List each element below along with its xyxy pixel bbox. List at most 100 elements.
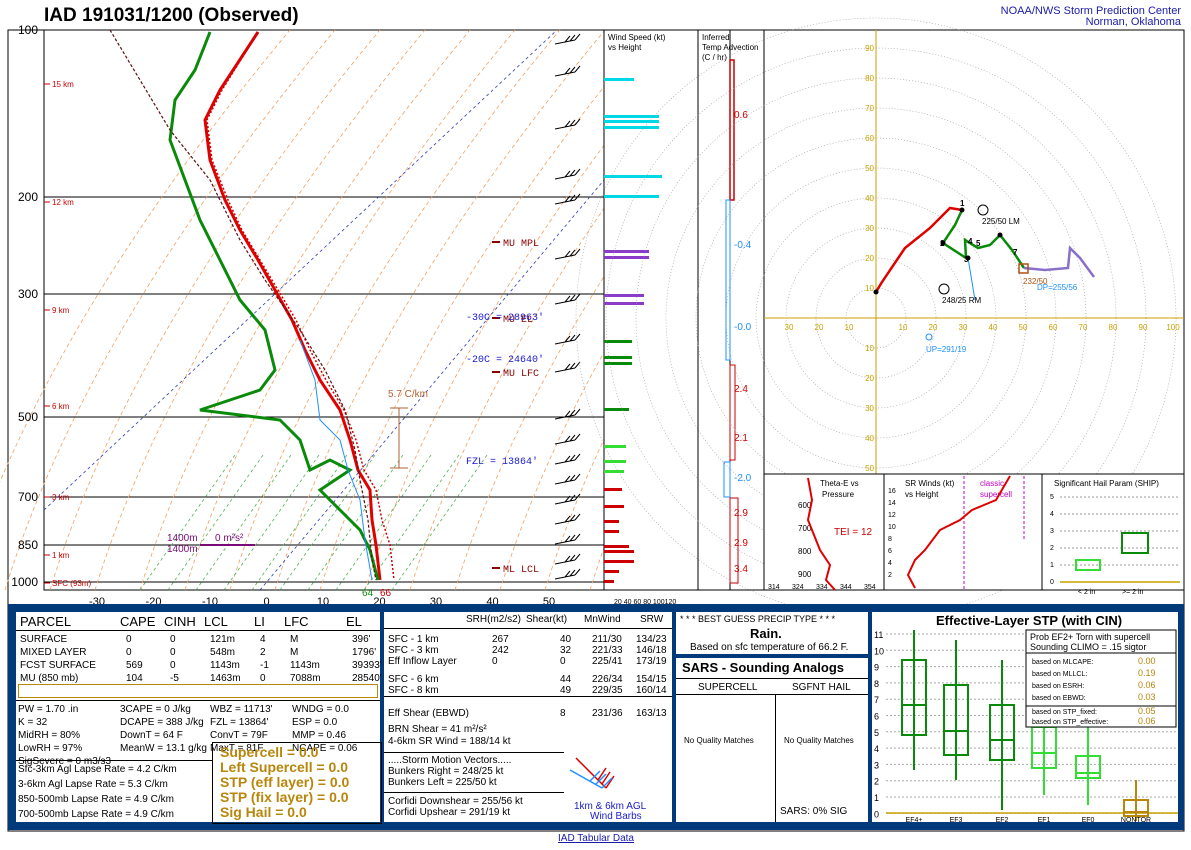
parcel-cell: 104 bbox=[126, 673, 143, 684]
height-label: SFC (93m) bbox=[52, 579, 91, 588]
sars-footer: SARS: 0% SIG bbox=[780, 806, 848, 817]
sfc-dewpoint-label: 64 bbox=[362, 588, 374, 599]
sars-hail-header: SGFNT HAIL bbox=[792, 682, 851, 693]
srw-y-label: 16 bbox=[888, 488, 896, 495]
hodo-height-label: 4 bbox=[968, 237, 973, 246]
stp-x-label: EF4+ bbox=[906, 817, 923, 822]
pressure-label: 850 bbox=[18, 538, 38, 552]
parcel-cell: 1463m bbox=[210, 673, 241, 684]
hodo-x-label: 80 bbox=[1109, 323, 1118, 332]
mu-parcel-highlight bbox=[18, 684, 378, 698]
height-label: 6 km bbox=[52, 402, 70, 411]
sr-wind-46: 4-6km SR Wind = 188/14 kt bbox=[388, 736, 511, 747]
sars-panel: SARS - Sounding Analogs SUPERCELL SGFNT … bbox=[676, 658, 868, 822]
hodo-height-label: 1 bbox=[960, 199, 965, 208]
theta-title2: Pressure bbox=[822, 490, 855, 499]
parcel-cell: 0 bbox=[126, 647, 132, 658]
parcel-cell: 1796' bbox=[352, 647, 377, 658]
wind-speed-bar bbox=[604, 530, 619, 533]
kin-cell: 225/41 bbox=[592, 656, 623, 667]
stp-y-label: 7 bbox=[874, 695, 879, 705]
stp-y-label: 11 bbox=[874, 630, 883, 640]
parcel-cell: -1 bbox=[260, 660, 269, 671]
kin-label: SFC - 8 km bbox=[388, 685, 439, 696]
parcel-cell: M bbox=[290, 634, 299, 645]
kin-header: MnWind bbox=[584, 614, 621, 625]
hodo-height-label: 3 bbox=[964, 255, 969, 264]
ship-title: Significant Hail Param (SHIP) bbox=[1054, 479, 1159, 488]
wind-speed-bar bbox=[604, 302, 644, 305]
kin-cell: 44 bbox=[560, 674, 572, 685]
stp-x-label: EF0 bbox=[1082, 817, 1095, 822]
kin-cell: 146/18 bbox=[636, 645, 667, 656]
parcel-cell: 0 bbox=[170, 634, 176, 645]
hodo-y-label: 10 bbox=[865, 284, 874, 293]
parcel-cell: 569 bbox=[126, 660, 143, 671]
wind-speed-bar bbox=[604, 560, 634, 563]
parcel-header: LCL bbox=[204, 614, 228, 629]
hodo-x-label: 30 bbox=[785, 323, 794, 332]
stp-y-label: 8 bbox=[874, 679, 879, 689]
wind-speed-bar bbox=[604, 520, 619, 523]
composite-param: Sig Hail = 0.0 bbox=[220, 804, 307, 820]
srw-y-label: 10 bbox=[888, 524, 896, 531]
parcel-cell: MU (850 mb) bbox=[20, 673, 79, 684]
srw-classic: classic bbox=[980, 479, 1004, 488]
rm-label: 248/25 RM bbox=[942, 296, 981, 305]
hodo-height-marker bbox=[997, 232, 1003, 238]
theta-x-label: 334 bbox=[816, 584, 828, 591]
parcel-param: 3CAPE = 0 J/kg bbox=[120, 704, 191, 715]
adv-title3: (C / hr) bbox=[702, 53, 727, 62]
stp-y-label: 6 bbox=[874, 712, 879, 722]
kin-cell: 40 bbox=[560, 634, 572, 645]
ws-title2: vs Height bbox=[608, 43, 642, 52]
kin-cell: 173/19 bbox=[636, 656, 667, 667]
wind-speed-bar bbox=[604, 250, 649, 253]
composite-param: Supercell = 0.0 bbox=[220, 744, 319, 760]
stp-panel: Effective-Layer STP (with CIN) 11 10 9 8 7 6 5… bbox=[872, 612, 1178, 822]
lapse-rate-label: 5.7 C/km bbox=[388, 389, 428, 400]
hodo-height-label: 2 bbox=[940, 239, 945, 248]
parcel-cell: 396' bbox=[352, 634, 371, 645]
theta-p-label: 800 bbox=[798, 547, 812, 556]
parcel-cell: 28540' bbox=[352, 673, 382, 684]
wind-speed-bar bbox=[604, 445, 626, 448]
storm-vectors-title: .....Storm Motion Vectors..... bbox=[388, 755, 512, 766]
parcel-cell: -5 bbox=[170, 673, 179, 684]
parcel-header: CINH bbox=[164, 614, 196, 629]
ship-x-label: < 2 in bbox=[1078, 589, 1095, 596]
wind-speed-bar bbox=[604, 550, 634, 553]
wind-speed-bar bbox=[604, 570, 619, 573]
stp-y-label: 5 bbox=[874, 728, 879, 738]
kin-header: SRW bbox=[640, 614, 664, 625]
parcel-param: MeanW = 13.1 g/kg bbox=[120, 743, 207, 754]
parcel-rule bbox=[16, 700, 380, 701]
parcel-param: MidRH = 80% bbox=[18, 730, 80, 741]
kin-cell: 267 bbox=[492, 634, 509, 645]
wind-speed-bar bbox=[604, 126, 659, 129]
adv-value: 2.1 bbox=[734, 433, 748, 444]
parcel-header: CAPE bbox=[120, 614, 156, 629]
parcel-cell: MIXED LAYER bbox=[20, 647, 87, 658]
parcel-header-rule bbox=[16, 630, 380, 631]
parcel-header: LI bbox=[254, 614, 265, 629]
wind-speed-bar bbox=[604, 256, 649, 259]
lapse-rate: 3-6km Agl Lapse Rate = 5.3 C/km bbox=[18, 779, 168, 790]
hodo-y-label: 70 bbox=[865, 104, 874, 113]
hodo-height-marker bbox=[873, 289, 879, 295]
hodo-height-label: 7 bbox=[1013, 248, 1018, 257]
composite-param: STP (fix layer) = 0.0 bbox=[220, 789, 349, 805]
height-1400-a: 1400m bbox=[167, 533, 198, 544]
parcel-param: PW = 1.70 .in bbox=[18, 704, 79, 715]
theta-title1: Theta-E vs bbox=[820, 479, 859, 488]
lm-label: 225/50 LM bbox=[982, 217, 1020, 226]
tabular-data-link[interactable]: IAD Tabular Data bbox=[558, 833, 634, 844]
ml-lcl-label: ML LCL bbox=[503, 565, 539, 576]
srh-zero-label: 0 m²s² bbox=[215, 533, 244, 544]
hodo-x-label: 70 bbox=[1079, 323, 1088, 332]
parcel-cell: 0 bbox=[170, 647, 176, 658]
kin-cell: 134/23 bbox=[636, 634, 667, 645]
adv-value: 2.9 bbox=[734, 538, 748, 549]
adv-value: -2.0 bbox=[734, 473, 752, 484]
parcel-param: K = 32 bbox=[18, 717, 48, 728]
